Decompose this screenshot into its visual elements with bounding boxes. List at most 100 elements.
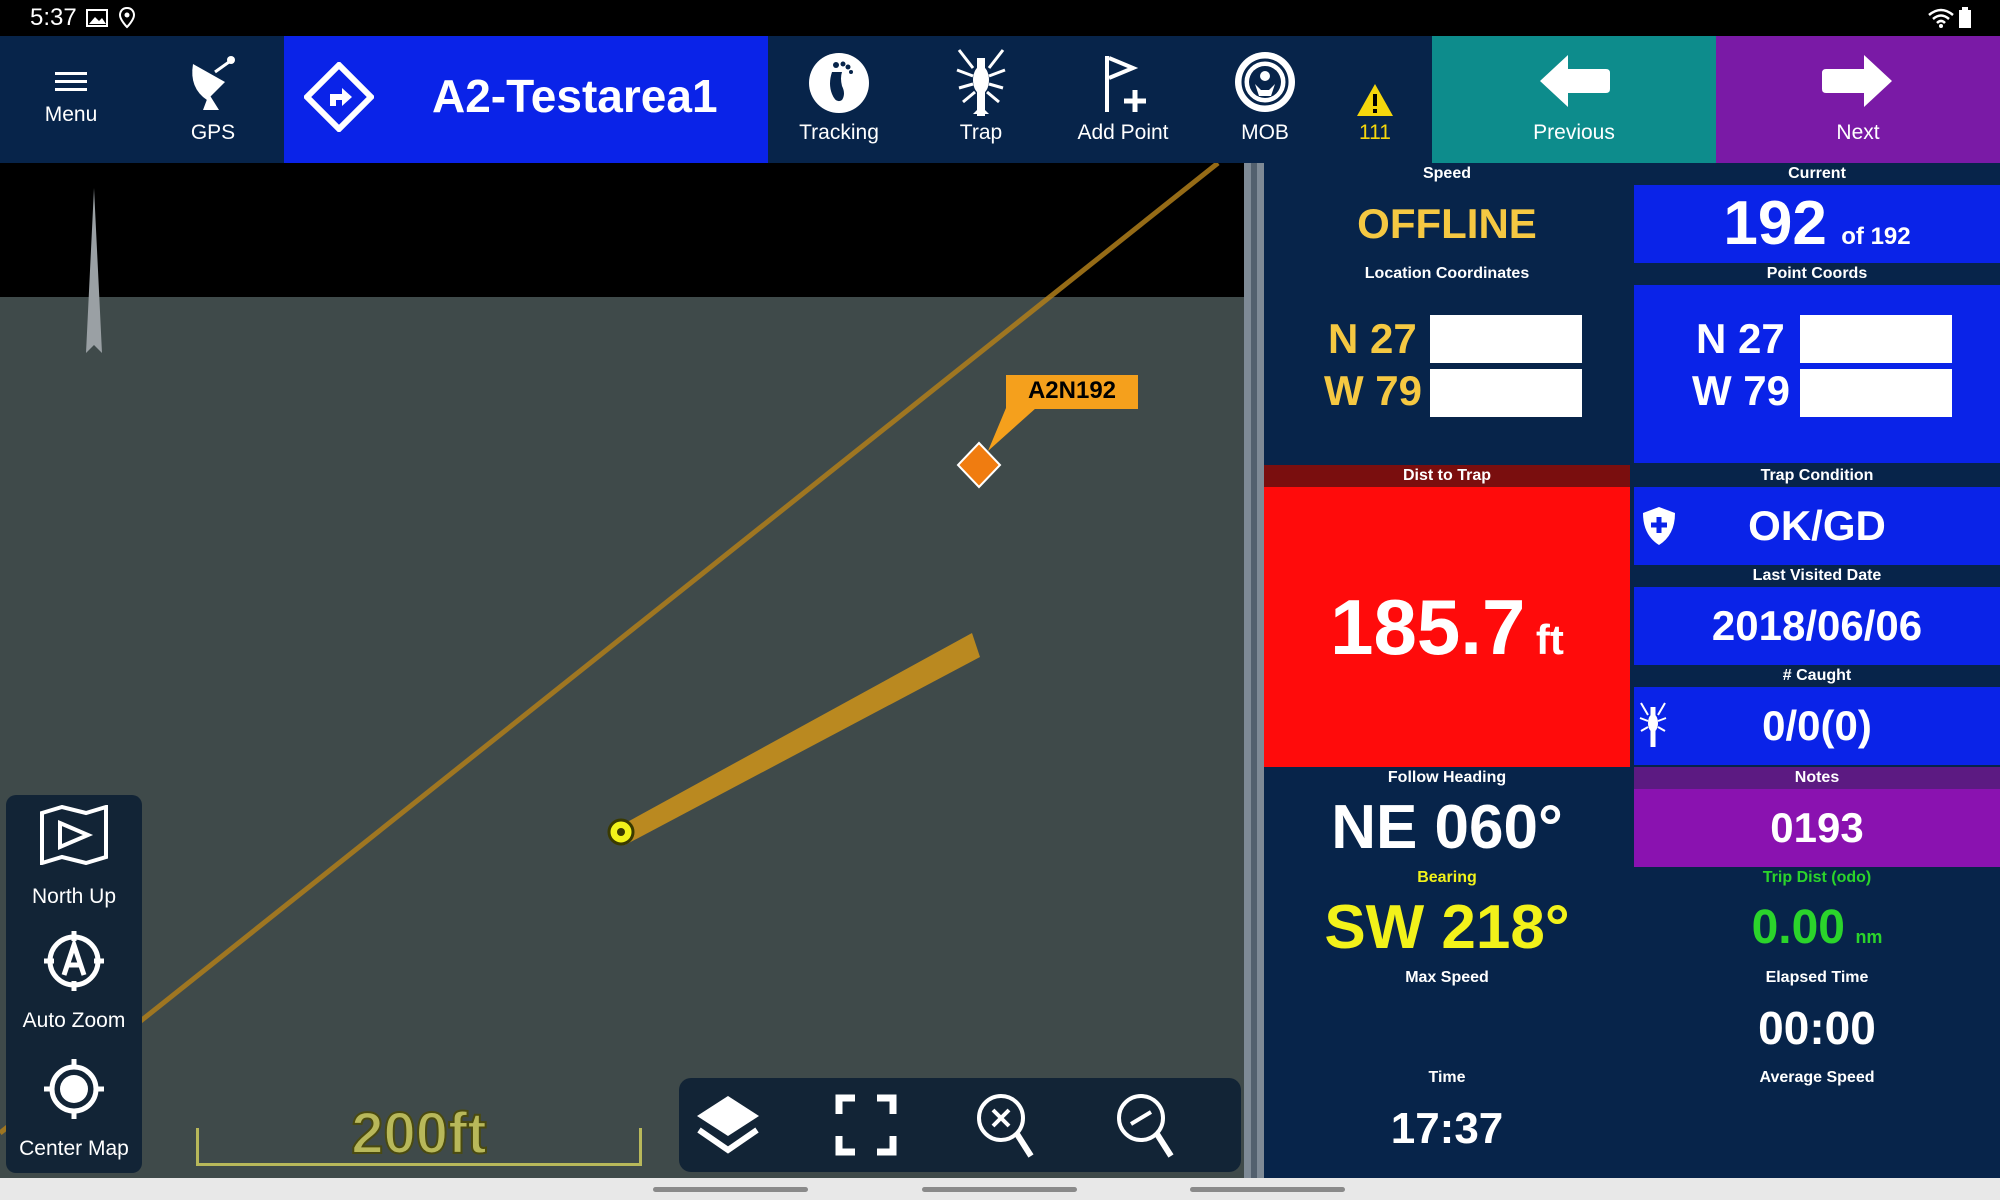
notes-cell[interactable]: Notes 0193 (1634, 767, 2000, 867)
route-selector[interactable]: A2-Testarea1 (284, 36, 768, 163)
next-button[interactable]: Next (1716, 36, 2000, 163)
auto-zoom-button[interactable]: Auto Zoom (6, 919, 142, 1039)
max-speed-cell[interactable]: Max Speed (1264, 967, 1630, 1067)
average-speed-cell[interactable]: Average Speed (1634, 1067, 2000, 1178)
trip-distance-cell[interactable]: Trip Dist (odo) 0.00 nm (1634, 867, 2000, 967)
location-header: Location Coordinates (1364, 265, 1530, 282)
fullscreen-button[interactable] (829, 1088, 909, 1162)
dist-unit: ft (1535, 616, 1564, 663)
notes-header: Notes (1634, 767, 2000, 789)
trap-condition-cell[interactable]: Trap Condition OK/GD (1634, 465, 2000, 565)
follow-heading-value: NE 060° (1331, 793, 1563, 862)
tracking-button[interactable]: Tracking (782, 36, 896, 163)
current-value: 192 (1723, 189, 1827, 258)
caught-value: 0/0(0) (1762, 702, 1872, 749)
map-toolbar (679, 1078, 1241, 1172)
bearing-header: Bearing (1417, 869, 1477, 886)
location-lon: W 79 (1324, 367, 1423, 414)
shield-plus-icon (1643, 507, 1675, 545)
battery-icon (1959, 7, 1971, 28)
satellite-dish-icon (192, 56, 235, 110)
notes-value: 0193 (1634, 789, 2000, 867)
status-time: 5:37 (30, 4, 77, 31)
hamburger-icon (55, 72, 87, 91)
gps-button[interactable]: GPS (142, 36, 284, 163)
bearing-cell[interactable]: Bearing SW 218° (1264, 867, 1630, 967)
location-lat: N 27 (1328, 315, 1417, 362)
time-cell[interactable]: Time 17:37 (1264, 1067, 1630, 1178)
mob-button[interactable]: MOB (1208, 36, 1322, 163)
toolbar: Menu GPS A2-Testarea1 Tracking Trap Add … (0, 36, 2000, 163)
avg-speed-value (1634, 1089, 2000, 1169)
map-overlay (0, 163, 1220, 1135)
map-controls: North Up Auto Zoom Center Map (6, 795, 142, 1173)
elapsed-value: 00:00 (1758, 1002, 1876, 1054)
center-map-button[interactable]: Center Map (6, 1047, 142, 1167)
current-cell[interactable]: Current 192 of 192 (1634, 163, 2000, 263)
zoom-in-button[interactable] (969, 1088, 1049, 1162)
gps-label: GPS (190, 121, 236, 144)
layers-icon (697, 1096, 759, 1154)
avg-speed-header: Average Speed (1759, 1069, 1875, 1086)
max-speed-header: Max Speed (1405, 969, 1489, 986)
alerts-button[interactable]: 111 (1340, 36, 1410, 163)
point-coords-cell[interactable]: Point Coords N 27 W 79 (1634, 263, 2000, 463)
location-coordinates-cell[interactable]: Location Coordinates N 27 W 79 (1264, 263, 1630, 463)
location-pin-icon (118, 7, 136, 29)
route-line (0, 163, 1220, 1135)
scale-bar: 200ft (196, 1100, 642, 1167)
speed-value: OFFLINE (1357, 200, 1537, 247)
last-visited-header: Last Visited Date (1752, 567, 1882, 584)
zoom-out-button[interactable] (1109, 1088, 1189, 1162)
previous-button[interactable]: Previous (1432, 36, 1716, 163)
add-point-button[interactable]: Add Point (1066, 36, 1180, 163)
elapsed-time-cell[interactable]: Elapsed Time 00:00 (1634, 967, 2000, 1067)
nav-handle-right[interactable] (1190, 1187, 1345, 1192)
nav-handle-center[interactable] (922, 1187, 1077, 1192)
trip-dist-header: Trip Dist (odo) (1762, 869, 1872, 886)
nav-handle-left[interactable] (653, 1187, 808, 1192)
mob-label: MOB (1241, 121, 1289, 144)
point-lon-redacted (1800, 369, 1952, 417)
point-lat-redacted (1800, 315, 1952, 363)
follow-heading-cell[interactable]: Follow Heading NE 060° (1264, 767, 1630, 867)
wifi-icon (1928, 8, 1954, 28)
panel-divider[interactable] (1244, 163, 1264, 1178)
trip-dist-value: 0.00 (1751, 901, 1845, 954)
location-lon-redacted (1430, 369, 1582, 417)
dist-value: 185.7 (1330, 583, 1526, 671)
dist-to-trap-cell[interactable]: Dist to Trap 185.7 ft (1264, 465, 1630, 773)
tracking-label: Tracking (799, 121, 879, 144)
location-lat-redacted (1430, 315, 1582, 363)
layers-button[interactable] (691, 1088, 771, 1162)
warning-icon (1357, 84, 1393, 116)
current-header: Current (1788, 165, 1846, 182)
map-view[interactable]: A2N192 North Up Auto Zoom Center Map 200… (0, 163, 1244, 1178)
next-label: Next (1836, 121, 1880, 144)
status-bar: 5:37 (0, 0, 2000, 36)
fullscreen-icon (835, 1094, 897, 1156)
bearing-value: SW 218° (1324, 893, 1570, 962)
north-up-button[interactable]: North Up (6, 795, 142, 915)
zoom-out-icon (1117, 1094, 1174, 1158)
trap-condition-value: OK/GD (1748, 502, 1886, 549)
data-panel: Speed OFFLINE Current 192 of 192 Locatio… (1264, 163, 2000, 1178)
trap-button[interactable]: Trap (924, 36, 1038, 163)
follow-heading-header: Follow Heading (1387, 769, 1507, 786)
trip-dist-unit: nm (1855, 927, 1883, 947)
center-map-label: Center Map (19, 1137, 129, 1160)
add-point-label: Add Point (1077, 121, 1169, 144)
caught-cell[interactable]: # Caught 0/0(0) (1634, 665, 2000, 765)
caught-header: # Caught (1782, 667, 1852, 684)
speed-header: Speed (1422, 165, 1471, 182)
time-value: 17:37 (1390, 1104, 1504, 1153)
north-up-label: North Up (31, 885, 117, 908)
last-visited-cell[interactable]: Last Visited Date 2018/06/06 (1634, 565, 2000, 665)
route-title: A2-Testarea1 (432, 70, 718, 122)
speed-cell[interactable]: Speed OFFLINE (1264, 163, 1630, 263)
point-lon: W 79 (1692, 367, 1791, 414)
lobster-icon (956, 49, 1006, 116)
time-header: Time (1428, 1069, 1466, 1086)
marker-label: A2N192 (1027, 377, 1117, 404)
menu-button[interactable]: Menu (0, 36, 142, 163)
